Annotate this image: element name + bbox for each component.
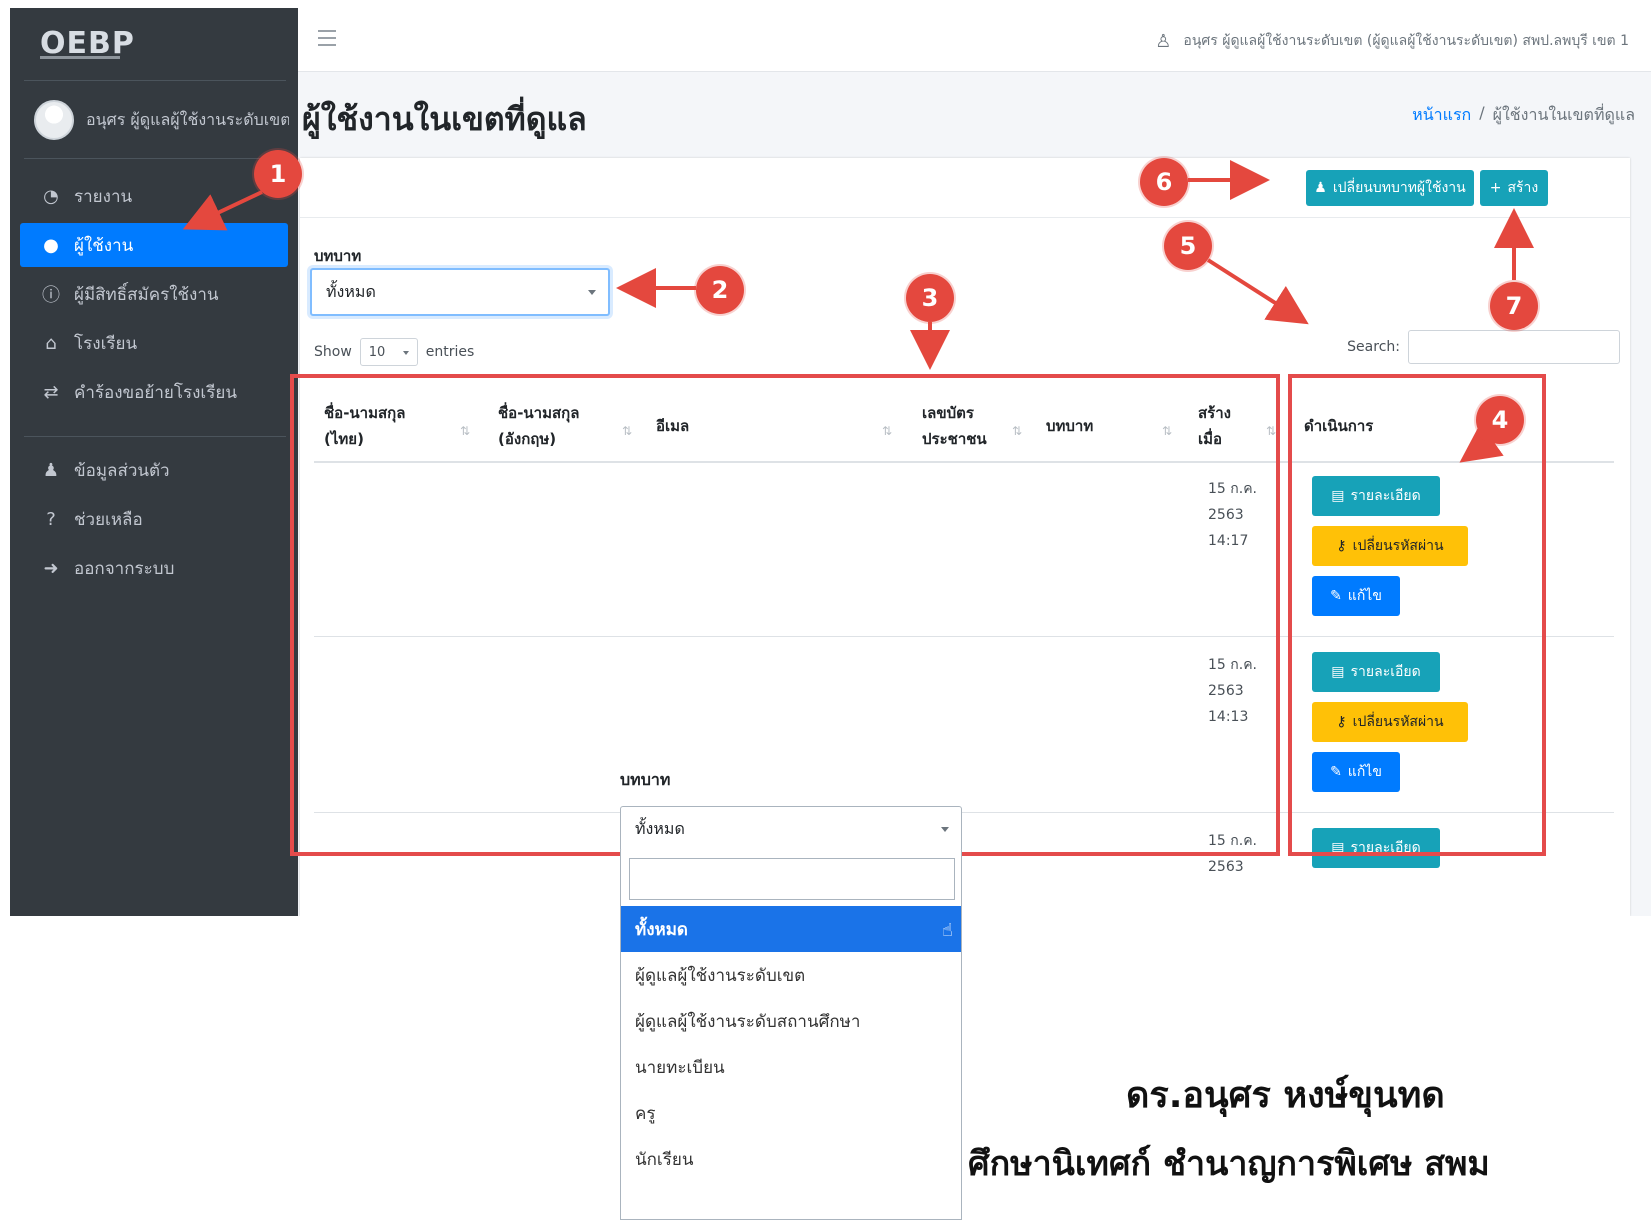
author-name: ดร.อนุศร หงษ์ขุนทด	[1126, 1075, 1445, 1116]
author-position: ศึกษานิเทศก์ ชำนาญการพิเศษ สพม	[968, 1144, 1490, 1184]
dropdown-option-label: ผู้ดูแลผู้ใช้งานระดับเขต	[635, 965, 806, 986]
dropdown-option[interactable]: ทั้งหมด ☝	[621, 906, 961, 952]
dropdown-search-input[interactable]	[629, 858, 955, 900]
callout-marker-6: 6	[1140, 158, 1188, 206]
dropdown-label: บทบาท	[620, 770, 671, 789]
callout-marker-4: 4	[1476, 396, 1524, 444]
callout-marker-5: 5	[1164, 222, 1212, 270]
dropdown-option-label: ผู้ดูแลผู้ใช้งานระดับสถานศึกษา	[635, 1011, 861, 1032]
dropdown-option[interactable]: ผู้ดูแลผู้ใช้งานระดับสถานศึกษา	[621, 998, 961, 1044]
dropdown-option[interactable]: ผู้ดูแลผู้ใช้งานระดับเขต	[621, 952, 961, 998]
dropdown-option[interactable]: ครู	[621, 1090, 961, 1136]
callout-marker-2: 2	[696, 266, 744, 314]
dropdown-option-label: นายทะเบียน	[635, 1057, 725, 1078]
dropdown-option[interactable]: นักเรียน	[621, 1136, 961, 1182]
role-dropdown-panel: ทั้งหมด ☝ ผู้ดูแลผู้ใช้งานระดับเขต ผู้ดู…	[620, 850, 962, 1220]
tutorial-screenshot: OEBP อนุศร ผู้ดูแลผู้ใช้งานระดับเขต ◔ รา…	[0, 0, 1651, 1232]
chevron-down-icon	[941, 827, 949, 832]
callout-marker-3: 3	[906, 274, 954, 322]
dropdown-option[interactable]: นายทะเบียน	[621, 1044, 961, 1090]
dropdown-option-label: ทั้งหมด	[635, 919, 688, 940]
pointer-cursor-icon: ☝	[942, 920, 953, 941]
dropdown-option-label: ครู	[635, 1103, 656, 1124]
callout-marker-1: 1	[254, 150, 302, 198]
dropdown-option-label: นักเรียน	[635, 1149, 694, 1170]
role-dropdown-value: ทั้งหมด	[635, 818, 685, 838]
role-dropdown-select[interactable]: ทั้งหมด	[620, 806, 962, 852]
callout-marker-7: 7	[1490, 282, 1538, 330]
